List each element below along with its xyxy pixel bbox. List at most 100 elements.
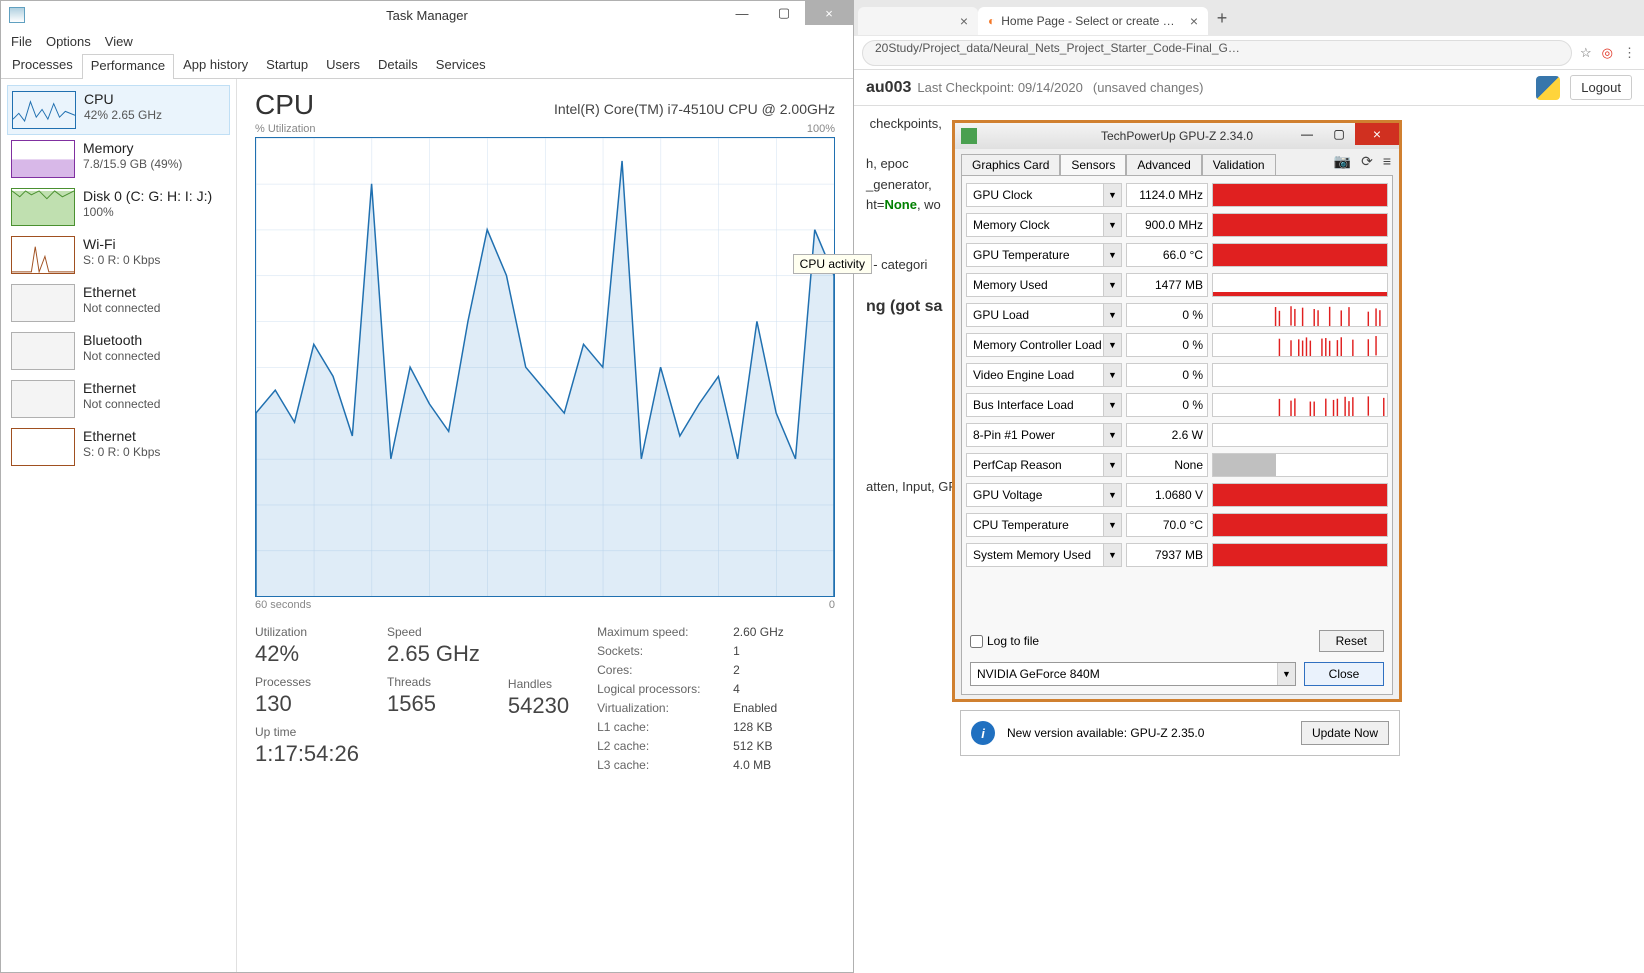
chevron-down-icon: ▼ — [1277, 663, 1295, 685]
sensor-graph — [1212, 483, 1388, 507]
close-icon[interactable]: × — [1190, 13, 1198, 29]
menu-file[interactable]: File — [11, 34, 32, 49]
browser-tab-1[interactable]: × — [858, 7, 978, 35]
sidebar-item-cpu[interactable]: CPU42% 2.65 GHz — [7, 85, 230, 135]
sensor-name-dropdown[interactable]: Memory Controller Load▼ — [966, 333, 1122, 357]
sensor-row: System Memory Used▼7937 MB — [966, 540, 1388, 570]
proc-label: Processes — [255, 675, 359, 689]
chevron-down-icon: ▼ — [1103, 424, 1121, 446]
browser-tab-2[interactable]: ◐ Home Page - Select or create a n × — [978, 7, 1208, 35]
sidebar-label: Ethernet — [83, 380, 160, 396]
sensor-name-dropdown[interactable]: System Memory Used▼ — [966, 543, 1122, 567]
reset-button[interactable]: Reset — [1319, 630, 1384, 652]
l3-value: 4.0 MB — [733, 758, 771, 772]
util-value: 42% — [255, 641, 359, 667]
sidebar-item-bluetooth[interactable]: BluetoothNot connected — [7, 327, 230, 375]
minimize-button[interactable]: — — [721, 1, 763, 25]
logout-button[interactable]: Logout — [1570, 75, 1632, 100]
log-checkbox[interactable]: Log to file — [970, 634, 1039, 648]
camera-icon[interactable]: 📷 — [1334, 153, 1351, 170]
l3-label: L3 cache: — [597, 758, 723, 772]
sensor-value: 0 % — [1126, 333, 1208, 357]
sensor-graph — [1212, 453, 1388, 477]
sensor-graph — [1212, 243, 1388, 267]
sidebar-item-memory[interactable]: Memory7.8/15.9 GB (49%) — [7, 135, 230, 183]
maximize-button[interactable]: ▢ — [1323, 123, 1355, 145]
lp-value: 4 — [733, 682, 740, 696]
axis-top-left: % Utilization — [255, 123, 316, 135]
sensor-row: 8-Pin #1 Power▼2.6 W — [966, 420, 1388, 450]
sidebar-item-ethernet-2[interactable]: EthernetNot connected — [7, 375, 230, 423]
close-button[interactable]: × — [1355, 123, 1399, 145]
sensor-row: Memory Clock▼900.0 MHz — [966, 210, 1388, 240]
close-button[interactable]: × — [805, 1, 853, 25]
hamburger-icon[interactable]: ≡ — [1383, 153, 1391, 170]
speed-label: Speed — [387, 625, 480, 639]
new-tab-button[interactable]: + — [1208, 4, 1236, 32]
cpu-chart[interactable]: CPU activity — [255, 137, 835, 597]
chevron-down-icon: ▼ — [1103, 244, 1121, 266]
sensor-name-dropdown[interactable]: PerfCap Reason▼ — [966, 453, 1122, 477]
tab-graphics-card[interactable]: Graphics Card — [961, 154, 1060, 175]
sensor-name-dropdown[interactable]: 8-Pin #1 Power▼ — [966, 423, 1122, 447]
sensor-name-dropdown[interactable]: GPU Temperature▼ — [966, 243, 1122, 267]
sensor-row: GPU Clock▼1124.0 MHz — [966, 180, 1388, 210]
panel-title: CPU — [255, 89, 314, 121]
menu-options[interactable]: Options — [46, 34, 91, 49]
performance-sidebar: CPU42% 2.65 GHz Memory7.8/15.9 GB (49%) … — [1, 79, 237, 972]
notebook-name[interactable]: au003 — [866, 79, 911, 97]
refresh-icon[interactable]: ⟳ — [1361, 153, 1373, 170]
virt-label: Virtualization: — [597, 701, 723, 715]
tab-details[interactable]: Details — [369, 53, 427, 78]
sensor-value: 1477 MB — [1126, 273, 1208, 297]
close-icon[interactable]: × — [960, 13, 968, 29]
menu-icon[interactable]: ⋮ — [1623, 45, 1636, 61]
sidebar-item-disk[interactable]: Disk 0 (C: G: H: I: J:)100% — [7, 183, 230, 231]
sensor-name-dropdown[interactable]: Memory Used▼ — [966, 273, 1122, 297]
titlebar[interactable]: TechPowerUp GPU-Z 2.34.0 — ▢ × — [955, 123, 1399, 149]
checkpoint-text: Last Checkpoint: 09/14/2020 — [917, 80, 1083, 95]
tab-services[interactable]: Services — [427, 53, 495, 78]
menu-view[interactable]: View — [105, 34, 133, 49]
sensor-value: 0 % — [1126, 363, 1208, 387]
close-button-2[interactable]: Close — [1304, 662, 1384, 686]
handles-value: 54230 — [508, 693, 569, 719]
python-icon — [1536, 76, 1560, 100]
sensor-graph — [1212, 543, 1388, 567]
tab-sensors[interactable]: Sensors — [1060, 154, 1126, 175]
sidebar-label: Ethernet — [83, 428, 160, 444]
tab-startup[interactable]: Startup — [257, 53, 317, 78]
device-select[interactable]: NVIDIA GeForce 840M▼ — [970, 662, 1296, 686]
jupyter-icon: ◐ — [988, 14, 995, 28]
sidebar-item-ethernet-1[interactable]: EthernetNot connected — [7, 279, 230, 327]
tab-advanced[interactable]: Advanced — [1126, 154, 1201, 175]
uptime-value: 1:17:54:26 — [255, 741, 359, 767]
minimize-button[interactable]: — — [1291, 123, 1323, 145]
maximize-button[interactable]: ▢ — [763, 1, 805, 25]
sidebar-item-wifi[interactable]: Wi-FiS: 0 R: 0 Kbps — [7, 231, 230, 279]
update-now-button[interactable]: Update Now — [1301, 721, 1389, 745]
sensor-name-dropdown[interactable]: Video Engine Load▼ — [966, 363, 1122, 387]
chevron-down-icon: ▼ — [1103, 544, 1121, 566]
sidebar-item-ethernet-3[interactable]: EthernetS: 0 R: 0 Kbps — [7, 423, 230, 471]
tab-users[interactable]: Users — [317, 53, 369, 78]
sensor-name-dropdown[interactable]: GPU Clock▼ — [966, 183, 1122, 207]
sensor-name-dropdown[interactable]: GPU Voltage▼ — [966, 483, 1122, 507]
sidebar-sub: S: 0 R: 0 Kbps — [83, 445, 160, 459]
tab-processes[interactable]: Processes — [3, 53, 82, 78]
sensor-name-dropdown[interactable]: CPU Temperature▼ — [966, 513, 1122, 537]
sensor-graph — [1212, 303, 1388, 327]
url-input[interactable]: 20Study/Project_data/Neural_Nets_Project… — [862, 40, 1572, 66]
sockets-label: Sockets: — [597, 644, 723, 658]
tab-performance[interactable]: Performance — [82, 54, 174, 79]
tab-validation[interactable]: Validation — [1202, 154, 1276, 175]
sensor-name-dropdown[interactable]: Bus Interface Load▼ — [966, 393, 1122, 417]
sensor-name-dropdown[interactable]: Memory Clock▼ — [966, 213, 1122, 237]
tab-apphistory[interactable]: App history — [174, 53, 257, 78]
address-bar: 20Study/Project_data/Neural_Nets_Project… — [854, 36, 1644, 70]
sensor-name-dropdown[interactable]: GPU Load▼ — [966, 303, 1122, 327]
util-label: Utilization — [255, 625, 359, 639]
star-icon[interactable]: ☆ — [1580, 45, 1592, 61]
titlebar[interactable]: Task Manager — ▢ × — [1, 1, 853, 29]
extension-icon[interactable]: ◎ — [1602, 45, 1613, 61]
